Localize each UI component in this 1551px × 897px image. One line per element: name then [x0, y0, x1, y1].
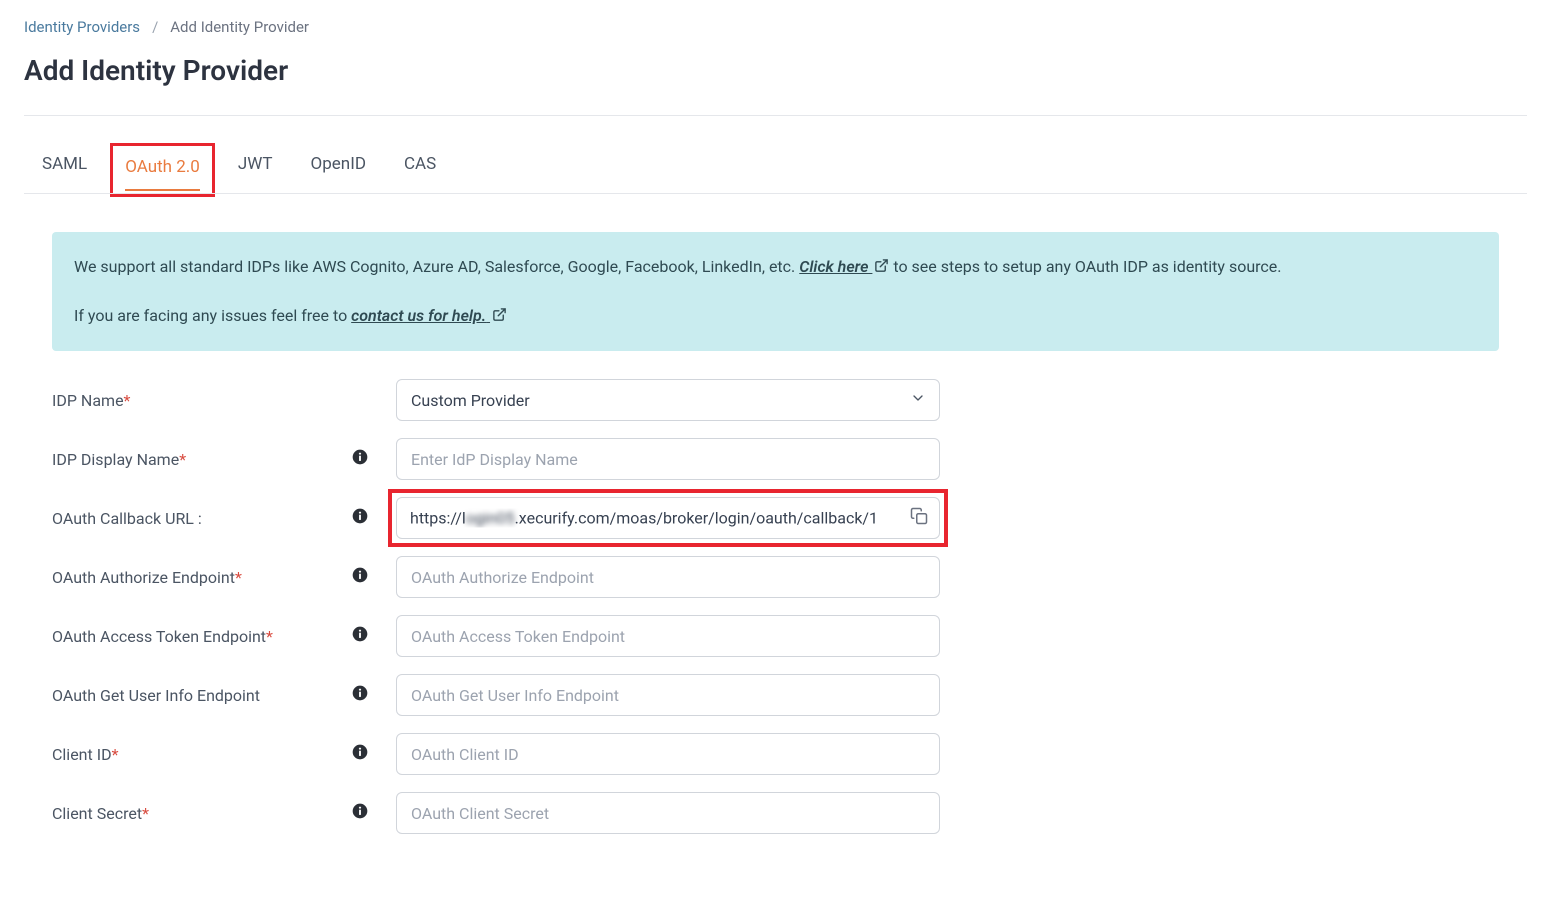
client-id-input[interactable]	[396, 733, 940, 775]
info-contact-link[interactable]: contact us for help.	[351, 306, 507, 325]
tab-openid[interactable]: OpenID	[311, 146, 366, 194]
oauth-access-token-endpoint-label: OAuth Access Token Endpoint*	[52, 627, 352, 646]
tab-oauth[interactable]: OAuth 2.0	[125, 149, 200, 191]
breadcrumb-current: Add Identity Provider	[170, 18, 309, 36]
breadcrumb: Identity Providers / Add Identity Provid…	[24, 18, 1527, 36]
client-secret-label: Client Secret*	[52, 804, 352, 823]
oauth-access-token-endpoint-input[interactable]	[396, 615, 940, 657]
info-icon[interactable]	[352, 626, 368, 646]
page-title: Add Identity Provider	[24, 54, 1527, 87]
info-line1-suffix: to see steps to setup any OAuth IDP as i…	[889, 257, 1281, 276]
info-icon[interactable]	[352, 744, 368, 764]
info-click-here-link[interactable]: Click here	[799, 257, 889, 276]
oauth-tab-highlight-box: OAuth 2.0	[110, 143, 215, 197]
breadcrumb-parent-link[interactable]: Identity Providers	[24, 18, 140, 36]
external-link-icon	[492, 304, 507, 330]
oauth-authorize-endpoint-input[interactable]	[396, 556, 940, 598]
info-line1-prefix: We support all standard IDPs like AWS Co…	[74, 257, 799, 276]
idp-display-name-input[interactable]	[396, 438, 940, 480]
breadcrumb-separator: /	[152, 18, 158, 36]
external-link-icon	[874, 255, 889, 281]
oauth-callback-url-input[interactable]	[396, 497, 940, 539]
info-banner: We support all standard IDPs like AWS Co…	[52, 232, 1499, 351]
info-icon[interactable]	[352, 685, 368, 705]
copy-icon[interactable]	[910, 507, 928, 529]
idp-name-label: IDP Name*	[52, 391, 352, 410]
oauth-user-info-endpoint-input[interactable]	[396, 674, 940, 716]
info-icon[interactable]	[352, 449, 368, 469]
callback-url-highlight-box: https://login05.xecurify.com/moas/broker…	[388, 489, 948, 547]
idp-display-name-label: IDP Display Name*	[52, 450, 352, 469]
tab-jwt[interactable]: JWT	[238, 146, 273, 194]
oauth-authorize-endpoint-label: OAuth Authorize Endpoint*	[52, 568, 352, 587]
oauth-user-info-endpoint-label: OAuth Get User Info Endpoint	[52, 686, 352, 705]
idp-name-select[interactable]: Custom Provider	[396, 379, 940, 421]
info-icon[interactable]	[352, 508, 368, 528]
info-line2-prefix: If you are facing any issues feel free t…	[74, 306, 351, 325]
client-id-label: Client ID*	[52, 745, 352, 764]
info-icon[interactable]	[352, 567, 368, 587]
info-icon[interactable]	[352, 803, 368, 823]
tab-saml[interactable]: SAML	[42, 146, 87, 194]
tab-cas[interactable]: CAS	[404, 146, 436, 194]
client-secret-input[interactable]	[396, 792, 940, 834]
oauth-callback-url-label: OAuth Callback URL :	[52, 509, 352, 528]
tabs-bar: SAML OAuth 2.0 JWT OpenID CAS	[24, 116, 1527, 194]
